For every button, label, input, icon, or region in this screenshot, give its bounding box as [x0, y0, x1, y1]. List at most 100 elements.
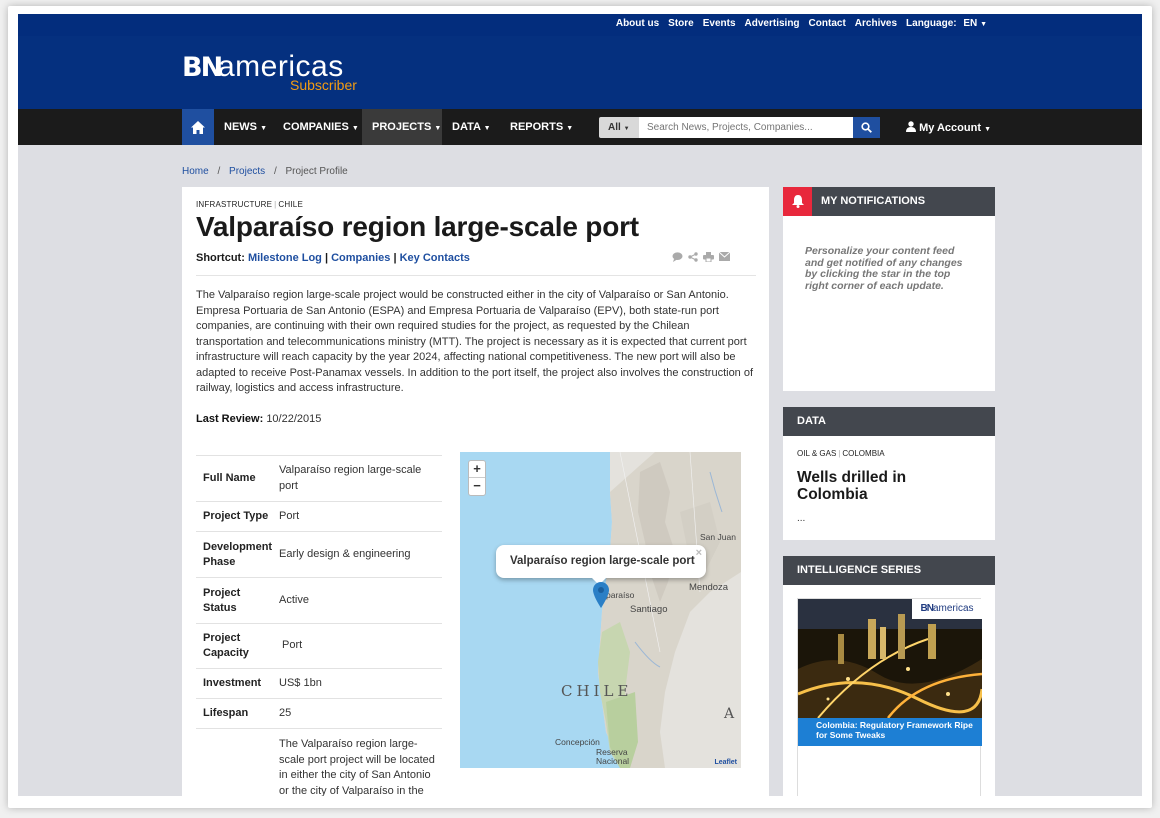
share-icon[interactable]: [688, 252, 698, 262]
nav-data-label: DATA: [452, 121, 481, 133]
search-scope-label: All: [608, 122, 621, 133]
my-account-menu[interactable]: My Account ▼: [906, 109, 991, 145]
fact-key: Project Status: [203, 586, 241, 614]
search-scope-select[interactable]: All ▼: [599, 117, 639, 138]
fact-value: Valparaíso region large-scale port: [279, 464, 422, 492]
bn-mark-icon: BN: [920, 603, 933, 614]
caret-down-icon: ▼: [483, 125, 491, 132]
project-profile: INFRASTRUCTURE | CHILE Valparaíso region l…: [182, 187, 769, 796]
nav-companies-label: COMPANIES: [283, 121, 349, 133]
data-tags: OIL & GAS | COLOMBIA: [797, 449, 885, 458]
tag-country[interactable]: CHILE: [278, 200, 303, 209]
about-us-link[interactable]: About us: [616, 18, 659, 29]
language-label: Language:: [906, 18, 957, 29]
project-description: The Valparaíso region large-scale projec…: [196, 289, 754, 394]
search-icon: [861, 122, 872, 133]
data-header: DATA: [783, 407, 995, 436]
search-button[interactable]: [853, 117, 880, 138]
intelligence-header: INTELLIGENCE SERIES: [783, 556, 995, 585]
fact-value: Port: [279, 509, 300, 522]
notifications-title: MY NOTIFICATIONS: [821, 195, 926, 207]
events-link[interactable]: Events: [703, 18, 736, 29]
map-label-concepcion: Concepción: [555, 737, 600, 747]
nav-reports[interactable]: REPORTS ▼: [510, 109, 573, 145]
fact-key: Development Phase: [203, 540, 273, 568]
breadcrumb-projects[interactable]: Projects: [229, 166, 265, 177]
email-icon[interactable]: [719, 252, 730, 261]
browser-frame: About us Store Events Advertising Contac…: [8, 6, 1152, 808]
notifications-panel: MY NOTIFICATIONS Personalize your conten…: [783, 187, 995, 391]
nav-reports-label: REPORTS: [510, 121, 564, 133]
fact-key: Full Name: [203, 472, 256, 484]
notifications-text: Personalize your content feed and get no…: [805, 245, 963, 292]
store-link[interactable]: Store: [668, 18, 694, 29]
caret-down-icon: ▼: [351, 125, 359, 132]
zoom-in-button[interactable]: +: [469, 461, 485, 478]
nav-projects-label: PROJECTS: [372, 121, 432, 133]
breadcrumb: Home / Projects / Project Profile: [182, 166, 348, 177]
fact-value: Active: [279, 593, 309, 606]
intelligence-logo-word: americas: [932, 603, 974, 614]
table-row: Full Name Valparaíso region large-scale …: [196, 455, 442, 501]
zoom-out-button[interactable]: −: [469, 478, 485, 495]
table-row: Project Type Port: [196, 501, 442, 531]
project-map[interactable]: + − San Juan Mendoza paraíso Santiago CH…: [460, 452, 741, 768]
print-icon[interactable]: [703, 252, 714, 262]
caret-down-icon: ▼: [623, 126, 630, 132]
logo-mark: BN: [182, 52, 223, 83]
shortcut-companies[interactable]: Companies: [331, 252, 390, 264]
shortcut-milestone-log[interactable]: Milestone Log: [248, 252, 322, 264]
search-input[interactable]: [639, 117, 853, 138]
map-label-nacional: Nacional: [596, 756, 630, 766]
archives-link[interactable]: Archives: [855, 18, 897, 29]
intelligence-caption: Colombia: Regulatory Framework Ripe for …: [798, 718, 982, 746]
advertising-link[interactable]: Advertising: [745, 18, 800, 29]
nav-projects[interactable]: PROJECTS ▼: [362, 109, 442, 145]
bell-icon: [791, 195, 804, 208]
popup-close-icon[interactable]: ×: [696, 537, 702, 570]
fact-key: Project Type: [203, 510, 269, 522]
table-row: Project Capacity Port: [196, 623, 442, 668]
contact-link[interactable]: Contact: [809, 18, 846, 29]
fact-value: The Valparaíso region large-scale port p…: [279, 738, 435, 796]
nav-news-label: NEWS: [224, 121, 257, 133]
last-review: Last Review: 10/22/2015: [196, 413, 321, 425]
data-panel: DATA OIL & GAS | COLOMBIA Wells drilled in…: [783, 407, 995, 540]
tag-sector[interactable]: INFRASTRUCTURE: [196, 200, 272, 209]
site-header: BN americas Subscriber: [18, 36, 1142, 109]
home-button[interactable]: [182, 109, 214, 145]
breadcrumb-current: Project Profile: [285, 166, 348, 177]
intelligence-card[interactable]: BNamericas Colombia: Regulatory Framewor…: [797, 598, 982, 796]
nav-companies[interactable]: COMPANIES ▼: [283, 109, 359, 145]
caret-down-icon: ▼: [984, 126, 991, 133]
map-label-mendoza: Mendoza: [689, 582, 729, 593]
fact-value: US$ 1bn: [279, 676, 322, 689]
fact-value: 25: [279, 706, 292, 719]
map-label-santiago: Santiago: [630, 604, 668, 615]
notifications-header: MY NOTIFICATIONS: [783, 187, 995, 216]
map-attribution[interactable]: Leaflet: [714, 759, 737, 766]
map-marker-icon[interactable]: [593, 582, 609, 608]
breadcrumb-separator: /: [217, 166, 221, 177]
caret-down-icon: ▼: [260, 125, 267, 132]
breadcrumb-separator: /: [273, 166, 277, 177]
shortcut-key-contacts[interactable]: Key Contacts: [400, 252, 470, 264]
data-tag-sector[interactable]: OIL & GAS: [797, 449, 836, 458]
nav-data[interactable]: DATA ▼: [452, 109, 491, 145]
fact-key: Investment: [203, 677, 262, 689]
data-headline[interactable]: Wells drilled in Colombia: [797, 469, 977, 503]
language-selector[interactable]: Language: EN ▼: [906, 18, 987, 29]
intelligence-panel: INTELLIGENCE SERIES BNamericas Colombia:…: [783, 556, 995, 796]
last-review-label: Last Review:: [196, 413, 264, 425]
fact-key: Project Capacity: [203, 632, 249, 659]
fact-key: Lifespan: [203, 707, 249, 719]
data-ellipsis: ...: [797, 513, 806, 524]
project-facts-table: Full Name Valparaíso region large-scale …: [196, 455, 442, 796]
data-tag-country[interactable]: COLOMBIA: [842, 449, 884, 458]
breadcrumb-home[interactable]: Home: [182, 166, 209, 177]
logo-subscriber: Subscriber: [290, 77, 357, 93]
language-value: EN: [963, 18, 978, 29]
comment-icon[interactable]: [672, 252, 683, 262]
map-popup-title: Valparaíso region large-scale port: [510, 555, 695, 567]
nav-news[interactable]: NEWS ▼: [224, 109, 267, 145]
